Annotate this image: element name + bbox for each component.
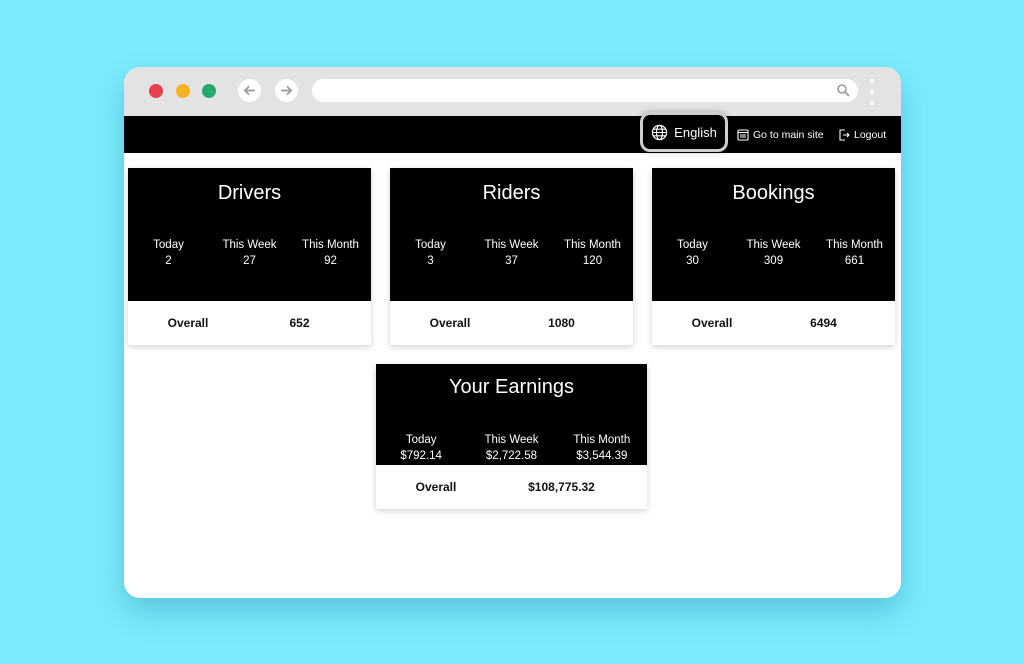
stat-this-month: This Month 120 bbox=[552, 237, 633, 269]
stat-this-month: This Month 661 bbox=[814, 237, 895, 269]
card-title: Bookings bbox=[732, 182, 815, 204]
overall-row: Overall 6494 bbox=[652, 301, 895, 345]
stat-today: Today 30 bbox=[652, 237, 733, 269]
bookings-card-header: Bookings Today 30 This Week 309 This Month… bbox=[652, 168, 895, 301]
stat-value: 92 bbox=[324, 255, 337, 267]
stat-label: This Week bbox=[484, 239, 539, 251]
riders-card: Riders Today 3 This Week 37 This Month 120 … bbox=[390, 168, 633, 345]
maximize-window-button[interactable] bbox=[202, 84, 216, 98]
top-navigation-bar: English Go to main site Logout bbox=[124, 112, 901, 153]
website-icon bbox=[737, 128, 749, 141]
forward-button[interactable] bbox=[275, 79, 298, 102]
stat-label: This Month bbox=[573, 434, 631, 446]
stat-value: 27 bbox=[243, 255, 256, 267]
stat-label: This Month bbox=[564, 239, 621, 251]
language-selector[interactable]: English bbox=[640, 112, 728, 152]
logout-link[interactable]: Logout bbox=[838, 116, 886, 153]
stat-value: 3 bbox=[427, 255, 434, 267]
card-title: Drivers bbox=[217, 182, 282, 204]
address-bar[interactable] bbox=[312, 79, 858, 102]
arrow-left-icon bbox=[244, 85, 255, 96]
language-label: English bbox=[674, 124, 717, 140]
logout-icon bbox=[839, 128, 850, 141]
bookings-card: Bookings Today 30 This Week 309 This Month… bbox=[652, 168, 895, 345]
stat-value: 661 bbox=[844, 255, 865, 267]
logout-label: Logout bbox=[854, 128, 887, 141]
stat-value: $792.14 bbox=[400, 450, 442, 462]
stat-label: Today bbox=[153, 239, 184, 251]
stat-label: Today bbox=[405, 434, 437, 446]
minimize-window-button[interactable] bbox=[176, 84, 190, 98]
main-site-label: Go to main site bbox=[753, 128, 824, 141]
stat-today: Today 2 bbox=[128, 237, 209, 269]
overall-label: Overall bbox=[429, 316, 471, 330]
browser-chrome bbox=[124, 67, 901, 116]
stat-value: $3,544.39 bbox=[576, 450, 628, 462]
stat-today: Today 3 bbox=[390, 237, 471, 269]
overall-value: $108,775.32 bbox=[528, 480, 595, 494]
overall-row: Overall $108,775.32 bbox=[376, 465, 647, 509]
stat-this-week: This Week 27 bbox=[209, 237, 290, 269]
browser-menu-icon[interactable] bbox=[869, 79, 875, 105]
stat-value: 30 bbox=[686, 255, 699, 267]
stat-label: This Month bbox=[302, 239, 359, 251]
stat-this-month: This Month 92 bbox=[290, 237, 371, 269]
earnings-card: Your Earnings Today $792.14 This Week $2,7… bbox=[376, 364, 647, 509]
overall-value: 6494 bbox=[810, 316, 837, 330]
stat-this-week: This Week 37 bbox=[471, 237, 552, 269]
card-title: Riders bbox=[482, 182, 541, 204]
stat-value: 309 bbox=[763, 255, 784, 267]
drivers-card: Drivers Today 2 This Week 27 This Month 92 … bbox=[128, 168, 371, 345]
overall-label: Overall bbox=[167, 316, 209, 330]
overall-value: 1080 bbox=[548, 316, 575, 330]
overall-label: Overall bbox=[691, 316, 733, 330]
overall-row: Overall 652 bbox=[128, 301, 371, 345]
overall-value: 652 bbox=[289, 316, 310, 330]
stat-this-month: This Month $3,544.39 bbox=[557, 432, 647, 464]
stat-value: $2,722.58 bbox=[485, 450, 538, 462]
overall-label: Overall bbox=[415, 480, 457, 494]
stat-label: Today bbox=[415, 239, 446, 251]
stat-this-week: This Week $2,722.58 bbox=[466, 432, 556, 464]
overall-row: Overall 1080 bbox=[390, 301, 633, 345]
back-button[interactable] bbox=[238, 79, 261, 102]
stat-this-week: This Week 309 bbox=[733, 237, 814, 269]
stat-value: 120 bbox=[582, 255, 603, 267]
globe-icon bbox=[651, 124, 668, 140]
browser-window: English Go to main site Logout Drivers T… bbox=[124, 67, 901, 598]
close-window-button[interactable] bbox=[149, 84, 163, 98]
stat-label: This Week bbox=[222, 239, 277, 251]
stat-label: Today bbox=[677, 239, 708, 251]
search-icon[interactable] bbox=[836, 83, 850, 97]
earnings-card-header: Your Earnings Today $792.14 This Week $2,7… bbox=[376, 364, 647, 465]
stat-today: Today $792.14 bbox=[376, 432, 466, 464]
stat-value: 2 bbox=[165, 255, 172, 267]
stat-label: This Month bbox=[826, 239, 883, 251]
arrow-right-icon bbox=[281, 85, 292, 96]
stat-label: This Week bbox=[746, 239, 801, 251]
drivers-card-header: Drivers Today 2 This Week 27 This Month 92 bbox=[128, 168, 371, 301]
main-site-link[interactable]: Go to main site bbox=[737, 116, 824, 153]
stat-value: 37 bbox=[505, 255, 518, 267]
stat-label: This Week bbox=[484, 434, 539, 446]
riders-card-header: Riders Today 3 This Week 37 This Month 120 bbox=[390, 168, 633, 301]
card-title: Your Earnings bbox=[449, 376, 574, 398]
